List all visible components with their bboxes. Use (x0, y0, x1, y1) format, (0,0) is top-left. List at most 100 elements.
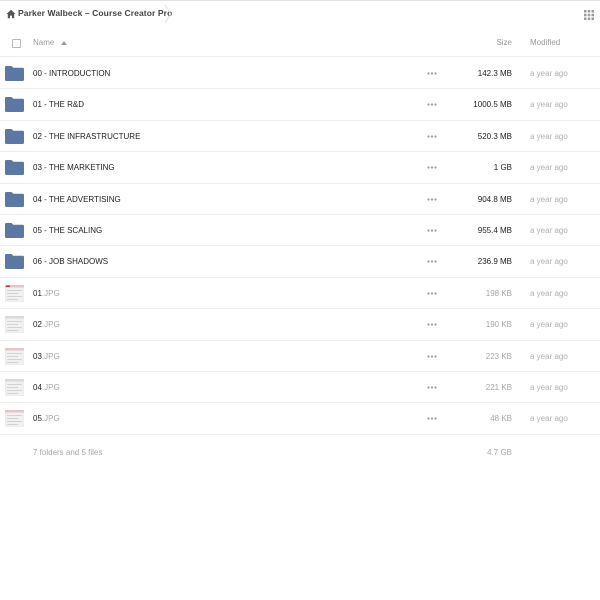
folder-row[interactable]: 02 - THE INFRASTRUCTURE 520.3 MB a year ag… (0, 121, 600, 153)
name-text: 04 (33, 382, 42, 392)
folder-icon (5, 128, 24, 144)
name-text: 03 - THE MARKETING (33, 163, 115, 173)
file-extension: .JPG (41, 351, 60, 361)
name-text: 01 (33, 288, 42, 298)
file-extension: .JPG (41, 288, 60, 298)
breadcrumb-current-folder[interactable]: Parker Walbeck – Course Creator Pro (18, 8, 172, 18)
file-name[interactable]: 01.JPG (33, 289, 60, 298)
file-name[interactable]: 02.JPG (33, 320, 60, 329)
name-text: 00 - INTRODUCTION (33, 69, 111, 78)
name-text: 04 - THE ADVERTISING (33, 194, 121, 204)
folder-row[interactable]: 01 - THE R&D 1000.5 MB a year ago (0, 89, 600, 121)
folder-name[interactable]: 02 - THE INFRASTRUCTURE (33, 132, 140, 141)
column-header-modified[interactable]: Modified (530, 38, 560, 47)
home-icon[interactable] (6, 9, 16, 19)
item-size: 142.3 MB (477, 69, 512, 78)
file-extension: .JPG (41, 382, 60, 392)
item-size: 223 KB (485, 351, 512, 361)
folder-name[interactable]: 00 - INTRODUCTION (33, 69, 110, 78)
folder-icon (5, 160, 24, 176)
folder-icon (5, 66, 24, 81)
sort-ascending-icon[interactable] (61, 41, 67, 45)
file-name[interactable]: 03.JPG (33, 352, 60, 361)
item-size: 221 KB (485, 382, 512, 392)
name-text: 06 - JOB SHADOWS (33, 257, 109, 267)
name-text: 01 - THE R&D (33, 100, 84, 110)
folder-icon (5, 191, 24, 207)
image-thumbnail-icon (5, 347, 24, 365)
more-actions-icon[interactable] (427, 417, 437, 420)
file-name[interactable]: 05.JPG (33, 414, 60, 423)
folder-row[interactable]: 03 - THE MARKETING 1 GB a year ago (0, 152, 600, 184)
more-actions-icon[interactable] (427, 229, 437, 232)
more-actions-icon[interactable] (427, 103, 437, 106)
file-list-summary: 7 folders and 5 files 4.7 GB (0, 437, 600, 467)
item-modified: a year ago (530, 288, 568, 298)
item-modified: a year ago (530, 414, 568, 424)
name-text: 05 (33, 414, 42, 424)
item-size: 904.8 MB (477, 194, 512, 204)
more-actions-icon[interactable] (427, 292, 437, 295)
item-modified: a year ago (530, 194, 568, 204)
item-modified: a year ago (530, 257, 568, 267)
item-modified: a year ago (530, 351, 568, 361)
item-modified: a year ago (530, 320, 568, 330)
item-size: 48 KB (490, 414, 512, 424)
image-thumbnail-icon (5, 284, 24, 302)
folder-name[interactable]: 04 - THE ADVERTISING (33, 195, 121, 204)
name-text: 02 - THE INFRASTRUCTURE (33, 131, 141, 141)
file-row[interactable]: 02.JPG 190 KB a year ago (0, 309, 600, 341)
more-actions-icon[interactable] (427, 386, 437, 389)
file-name[interactable]: 04.JPG (33, 383, 60, 392)
folder-name[interactable]: 06 - JOB SHADOWS (33, 257, 108, 266)
item-size: 955.4 MB (477, 225, 512, 235)
item-size: 520.3 MB (477, 131, 512, 141)
item-modified: a year ago (530, 382, 568, 392)
item-size: 1000.5 MB (473, 100, 512, 110)
file-list-header: Name Size Modified (0, 29, 600, 57)
folder-row[interactable]: 04 - THE ADVERTISING 904.8 MB a year ago (0, 184, 600, 215)
image-thumbnail-icon (5, 410, 24, 428)
file-row[interactable]: 04.JPG 221 KB a year ago (0, 372, 600, 404)
file-row[interactable]: 03.JPG 223 KB a year ago (0, 341, 600, 372)
item-modified: a year ago (530, 69, 568, 78)
more-actions-icon[interactable] (427, 197, 437, 201)
folder-row[interactable]: 00 - INTRODUCTION 142.3 MB a year ago (0, 58, 600, 90)
more-actions-icon[interactable] (427, 72, 437, 75)
item-modified: a year ago (530, 163, 568, 173)
column-header-name[interactable]: Name (33, 38, 54, 47)
file-extension: .JPG (41, 320, 60, 330)
column-header-size[interactable]: Size (496, 38, 512, 47)
more-actions-icon[interactable] (427, 135, 437, 138)
item-modified: a year ago (530, 225, 568, 235)
summary-counts: 7 folders and 5 files (33, 448, 103, 457)
name-text: 03 (33, 351, 42, 361)
folder-name[interactable]: 01 - THE R&D (33, 100, 84, 109)
select-all-checkbox[interactable] (12, 39, 21, 48)
summary-total-size: 4.7 GB (487, 448, 512, 457)
more-actions-icon[interactable] (427, 323, 437, 326)
image-thumbnail-icon (5, 316, 24, 334)
folder-name[interactable]: 03 - THE MARKETING (33, 163, 115, 172)
folder-icon (5, 222, 24, 238)
more-actions-icon[interactable] (427, 260, 437, 263)
folder-row[interactable]: 05 - THE SCALING 955.4 MB a year ago (0, 215, 600, 247)
item-size: 236.9 MB (477, 257, 512, 267)
name-text: 05 - THE SCALING (33, 225, 103, 235)
item-modified: a year ago (530, 100, 568, 110)
more-actions-icon[interactable] (427, 354, 437, 358)
file-row[interactable]: 01.JPG 198 KB a year ago (0, 278, 600, 310)
folder-name[interactable]: 05 - THE SCALING (33, 226, 102, 235)
folder-row[interactable]: 06 - JOB SHADOWS 236.9 MB a year ago (0, 246, 600, 278)
more-actions-icon[interactable] (427, 166, 437, 169)
breadcrumb-separator-icon (164, 4, 172, 24)
file-list: 00 - INTRODUCTION 142.3 MB a year ago 01 - … (0, 58, 600, 435)
breadcrumb-bar: Parker Walbeck – Course Creator Pro (0, 0, 600, 28)
image-thumbnail-icon (5, 378, 24, 396)
item-modified: a year ago (530, 131, 568, 141)
item-size: 1 GB (493, 163, 512, 173)
file-row[interactable]: 05.JPG 48 KB a year ago (0, 403, 600, 435)
grid-view-icon[interactable] (584, 10, 594, 20)
folder-icon (5, 254, 24, 270)
folder-icon (5, 97, 24, 113)
